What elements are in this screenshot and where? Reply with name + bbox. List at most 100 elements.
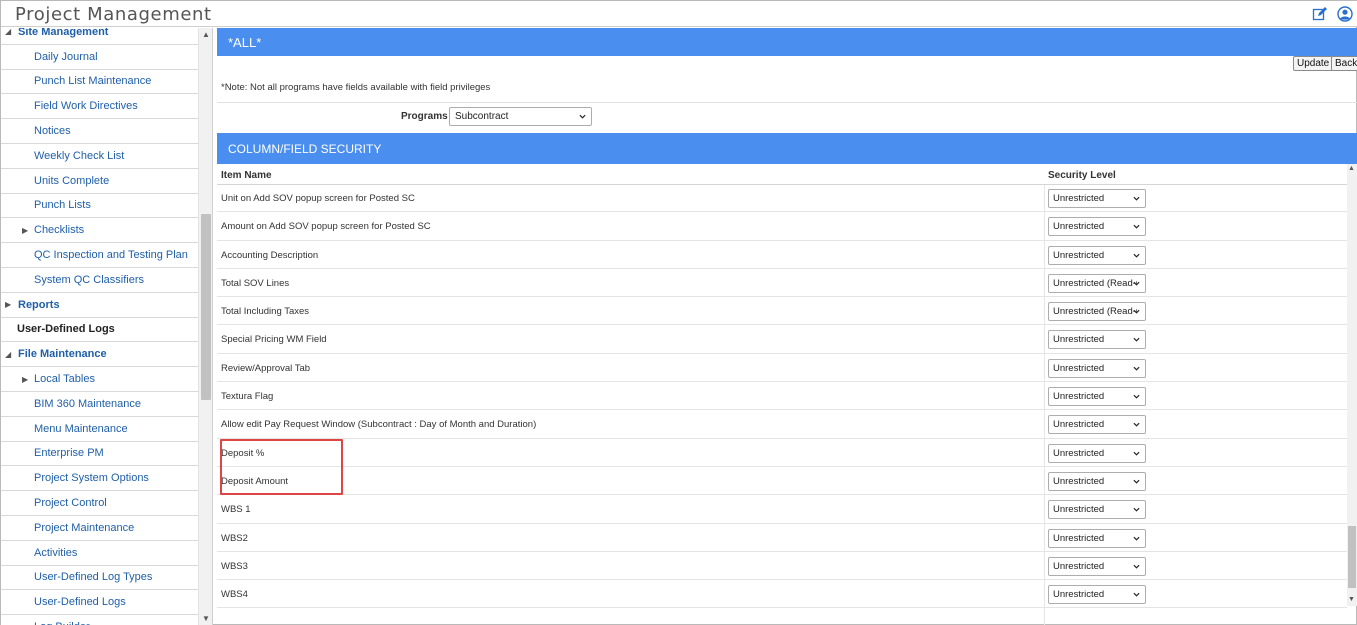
sidebar-item-reports[interactable]: ▶ Reports	[1, 293, 198, 318]
column-header-security-level[interactable]: Security Level	[1048, 170, 1116, 181]
expanded-arrow-icon[interactable]: ◢	[5, 350, 11, 359]
update-button[interactable]: Update	[1293, 56, 1334, 71]
sidebar-item-notices[interactable]: Notices	[1, 119, 198, 144]
security-level-select[interactable]: Unrestricted	[1048, 245, 1146, 265]
scroll-up-icon[interactable]: ▲	[201, 30, 211, 40]
collapsed-arrow-icon[interactable]: ▶	[22, 375, 28, 384]
sidebar-item-daily-journal[interactable]: Daily Journal	[1, 45, 198, 70]
sidebar-item-field-work-directives[interactable]: Field Work Directives	[1, 94, 198, 120]
security-level-select[interactable]: Unrestricted	[1048, 500, 1146, 520]
table-row: Accounting Description Unrestricted	[217, 241, 1347, 269]
sidebar-item-qc-inspection-and-testing-plan[interactable]: QC Inspection and Testing Plan	[1, 243, 198, 268]
item-name-cell: WBS4	[221, 589, 248, 601]
chevron-down-icon	[1133, 225, 1140, 229]
sidebar-item-file-maintenance[interactable]: ◢ File Maintenance	[1, 342, 198, 368]
sidebar-item-bim-360-maintenance[interactable]: BIM 360 Maintenance	[1, 392, 198, 417]
table-row: Allow edit Pay Request Window (Subcontra…	[217, 410, 1347, 439]
sidebar-scrollbar[interactable]: ▲ ▼	[198, 28, 212, 625]
programs-select-value: Subcontract	[455, 111, 509, 122]
security-level-select[interactable]: Unrestricted	[1048, 528, 1146, 548]
sidebar-item-punch-list-maintenance[interactable]: Punch List Maintenance	[1, 70, 198, 95]
sidebar-item-label: User-Defined Logs	[34, 596, 126, 609]
sidebar-item-label: Punch Lists	[34, 199, 91, 212]
sidebar-item-log-builder[interactable]: Log Builder	[1, 615, 198, 625]
item-name-cell: Allow edit Pay Request Window (Subcontra…	[221, 419, 537, 431]
chevron-down-icon	[1133, 564, 1140, 569]
sidebar-item-label: BIM 360 Maintenance	[34, 397, 142, 410]
sidebar-item-label: Project Maintenance	[34, 521, 135, 534]
collapsed-arrow-icon[interactable]: ▶	[22, 226, 28, 235]
sidebar-item-project-system-options[interactable]: Project System Options	[1, 466, 198, 492]
sidebar-item-menu-maintenance[interactable]: Menu Maintenance	[1, 417, 198, 442]
sidebar-item-site-management[interactable]: ◢ Site Management	[1, 28, 198, 45]
sidebar-item-label: Local Tables	[34, 373, 95, 386]
security-level-select[interactable]: Unrestricted	[1048, 358, 1146, 378]
sidebar-item-label: System QC Classifiers	[34, 273, 145, 286]
item-name-cell: Total Including Taxes	[221, 306, 310, 318]
chevron-down-icon	[1133, 281, 1140, 286]
scroll-down-icon[interactable]: ▼	[201, 614, 211, 624]
sidebar-item-label: User-Defined Logs	[17, 323, 115, 336]
sidebar-item-punch-lists[interactable]: Punch Lists	[1, 194, 198, 219]
scroll-down-icon[interactable]: ▼	[1348, 596, 1355, 603]
security-level-select[interactable]: Unrestricted	[1048, 217, 1146, 237]
item-name-cell: Accounting Description	[221, 249, 319, 261]
sidebar-item-label: Field Work Directives	[34, 100, 138, 113]
sidebar-item-label: QC Inspection and Testing Plan	[34, 249, 188, 262]
collapsed-arrow-icon[interactable]: ▶	[5, 300, 11, 309]
security-level-select[interactable]: Unrestricted	[1048, 415, 1146, 435]
table-row: Special Pricing WM Field Unrestricted	[217, 325, 1347, 354]
sidebar-item-project-control[interactable]: Project Control	[1, 491, 198, 516]
column-header-item-name[interactable]: Item Name	[221, 170, 272, 181]
security-level-value: Unrestricted	[1053, 419, 1105, 431]
chevron-down-icon	[1133, 366, 1140, 371]
sidebar-item-weekly-check-list[interactable]: Weekly Check List	[1, 144, 198, 169]
security-level-value: Unrestricted	[1053, 532, 1105, 544]
sidebar-item-user-defined-log-types[interactable]: User-Defined Log Types	[1, 566, 198, 591]
security-level-value: Unrestricted	[1053, 504, 1105, 516]
sidebar-item-activities[interactable]: Activities	[1, 541, 198, 566]
back-button[interactable]: Back	[1331, 56, 1357, 71]
security-level-value: Unrestricted	[1053, 475, 1105, 487]
scrollbar-thumb[interactable]	[1348, 526, 1356, 588]
scroll-up-icon[interactable]: ▲	[1348, 165, 1355, 172]
sidebar-item-label: Enterprise PM	[34, 447, 104, 460]
security-level-value: Unrestricted	[1053, 589, 1105, 601]
sidebar-item-enterprise-pm[interactable]: Enterprise PM	[1, 442, 198, 467]
expanded-arrow-icon[interactable]: ◢	[5, 28, 11, 36]
security-level-value: Unrestricted	[1053, 334, 1105, 346]
security-level-select[interactable]: Unrestricted	[1048, 189, 1146, 208]
security-level-select[interactable]: Unrestricted	[1048, 585, 1146, 605]
sidebar-item-local-tables[interactable]: ▶ Local Tables	[1, 367, 198, 392]
sidebar-item-project-maintenance[interactable]: Project Maintenance	[1, 516, 198, 541]
sidebar-item-units-complete[interactable]: Units Complete	[1, 169, 198, 194]
item-name-cell: Textura Flag	[221, 391, 274, 403]
sidebar-item-system-qc-classifiers[interactable]: System QC Classifiers	[1, 268, 198, 293]
table-row: Amount on Add SOV popup screen for Poste…	[217, 212, 1347, 241]
app-window: Project Management ◢ Site Management Daily…	[0, 0, 1357, 625]
sidebar-item-label: Checklists	[34, 224, 85, 237]
grid-scrollbar[interactable]: ▲ ▼	[1347, 164, 1357, 606]
security-level-select[interactable]: Unrestricted	[1048, 330, 1146, 350]
security-level-select[interactable]: Unrestricted (Read-Only)	[1048, 302, 1146, 322]
sidebar-item-label: Daily Journal	[34, 50, 98, 63]
security-level-select[interactable]: Unrestricted	[1048, 556, 1146, 576]
table-row: Unit on Add SOV popup screen for Posted …	[217, 184, 1347, 213]
security-level-value: Unrestricted	[1053, 447, 1105, 459]
item-name-cell: WBS 1	[221, 504, 251, 516]
sidebar-item-checklists[interactable]: ▶ Checklists	[1, 218, 198, 244]
chevron-down-icon	[1133, 394, 1140, 399]
edit-icon[interactable]	[1312, 6, 1328, 22]
scrollbar-thumb[interactable]	[201, 214, 211, 400]
programs-select[interactable]: Subcontract	[449, 107, 592, 126]
chevron-down-icon	[1133, 338, 1140, 343]
security-level-select[interactable]: Unrestricted	[1048, 443, 1146, 463]
app-title: Project Management	[15, 4, 212, 25]
security-level-select[interactable]: Unrestricted	[1048, 471, 1146, 491]
security-level-select[interactable]: Unrestricted (Read-Only)	[1048, 273, 1146, 293]
sidebar-item-user-defined-logs[interactable]: User-Defined Logs	[1, 590, 198, 616]
user-circle-icon[interactable]	[1337, 6, 1353, 22]
sidebar-item-user-defined-logs[interactable]: User-Defined Logs	[1, 318, 198, 343]
security-level-select[interactable]: Unrestricted	[1048, 387, 1146, 407]
security-level-value: Unrestricted	[1053, 391, 1105, 403]
